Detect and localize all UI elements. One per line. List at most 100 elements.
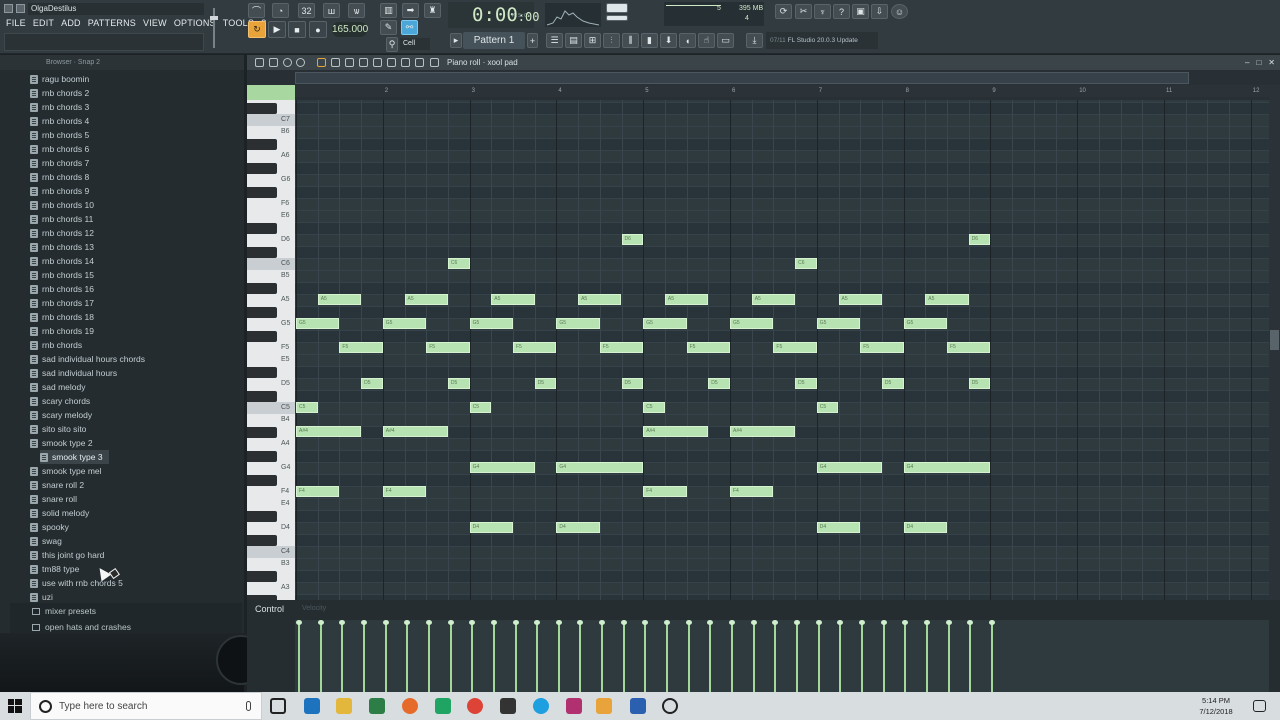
browser-item[interactable]: rnb chords 10 [30,198,94,212]
playlist-icon[interactable]: ☰ [546,33,563,48]
black-key[interactable] [247,307,277,318]
black-key[interactable] [247,511,277,522]
touch-keyboard-icon[interactable]: ☝ [698,33,715,48]
note[interactable]: G4 [556,462,644,473]
note[interactable]: D4 [469,522,513,533]
browser-item[interactable]: rnb chords 2 [30,86,89,100]
black-key[interactable] [247,163,277,174]
browser-item[interactable]: rnb chords 5 [30,128,89,142]
pr-arrow-icon[interactable] [255,58,264,67]
note[interactable]: D5 [361,378,383,389]
browser-item[interactable]: sad individual hours [30,366,117,380]
note[interactable]: F5 [513,342,557,353]
black-key[interactable] [247,103,277,114]
velocity-bar[interactable] [772,620,779,692]
velocity-bar[interactable] [555,620,562,692]
edge-icon[interactable] [304,698,320,714]
browser-item[interactable]: tm88 type [30,562,79,576]
note[interactable]: F4 [382,486,427,497]
horizontal-scrollbar[interactable] [295,72,1189,84]
velocity-bar[interactable] [707,620,714,692]
note[interactable]: A5 [404,294,448,305]
record-button[interactable]: ● [309,21,327,38]
velocity-bar[interactable] [988,620,995,692]
browser-item[interactable]: this joint go hard [30,548,104,562]
black-key[interactable] [247,187,277,198]
note[interactable]: G5 [643,318,687,329]
note[interactable]: F5 [339,342,383,353]
velocity-bar[interactable] [404,620,411,692]
help-icon[interactable]: ? [833,4,850,19]
pr-playback-icon[interactable] [415,58,424,67]
black-key[interactable] [247,391,277,402]
velocity-bar[interactable] [815,620,822,692]
folder-open-hats[interactable]: open hats and crashes [32,620,131,634]
channel-rack-icon[interactable]: ⊞ [584,33,601,48]
pr-options-icon[interactable] [296,58,305,67]
note[interactable]: G4 [903,462,991,473]
black-key[interactable] [247,247,277,258]
velocity-bar[interactable] [837,620,844,692]
velocity-bar[interactable] [317,620,324,692]
browser-item[interactable]: rnb chords 19 [30,324,94,338]
velocity-bar[interactable] [902,620,909,692]
timeline-ruler[interactable]: 2 3 4 5 6 7 8 9 10 11 12 [295,85,1269,97]
task-view-icon[interactable] [270,698,286,714]
note[interactable]: A5 [317,294,362,305]
black-key[interactable] [247,451,277,462]
note[interactable]: G5 [816,318,861,329]
plugin-picker-icon[interactable]: ◖ [679,33,696,48]
minimize-icon[interactable]: – [1245,55,1249,70]
download-icon[interactable]: ⤓ [746,33,763,48]
save-icon[interactable]: ▣ [852,4,869,19]
browser-item[interactable]: sad melody [30,380,85,394]
note[interactable]: C5 [643,402,665,413]
control-target[interactable]: Velocity [302,605,326,612]
browser-item[interactable]: rnb chords 15 [30,268,94,282]
scroll-thumb[interactable] [1270,330,1279,350]
typing-keyboard-icon[interactable]: ▥ [380,3,397,18]
chrome-icon[interactable] [467,698,483,714]
velocity-bar[interactable] [447,620,454,692]
note[interactable]: A5 [664,294,709,305]
pr-pencil-icon[interactable] [317,58,326,67]
multilink-icon[interactable]: ♜ [424,3,441,18]
browser-item[interactable]: uzi [30,590,53,604]
pr-magnet-icon[interactable] [269,58,278,67]
note[interactable]: G4 [816,462,882,473]
countdown-icon[interactable]: 32 [298,3,315,18]
menu-patterns[interactable]: PATTERNS [88,18,136,28]
velocity-bar[interactable] [729,620,735,692]
browser-item[interactable]: rnb chords 14 [30,254,94,268]
news-ticker[interactable]: 07/11 FL Studio 20.0.3 Update [766,32,878,49]
folder-mixer-presets[interactable]: mixer presets [32,604,96,618]
browser-item[interactable]: ragu boomin [30,72,89,86]
piano-keyboard[interactable]: C7 B6 A6 G6 F6 E6 D6 C6 B5 A5 G5 F5 E5 D5 C5 B4 A4 G4 F4 E4… [247,100,295,642]
velocity-bar[interactable] [382,620,389,692]
browser-item[interactable]: rnb chords 7 [30,156,89,170]
browser-item[interactable]: snare roll 2 [30,478,84,492]
browser-item[interactable]: rnb chords 17 [30,296,94,310]
pattern-prev-icon[interactable]: ▸ [450,33,462,48]
black-key[interactable] [247,139,277,150]
file-explorer-icon[interactable] [336,698,352,714]
velocity-bar[interactable] [534,620,541,692]
pencil-icon[interactable]: ✎ [380,20,397,35]
browser-item[interactable]: rnb chords 8 [30,170,89,184]
note[interactable]: D5 [708,378,730,389]
browser-item[interactable]: rnb chords 12 [30,226,94,240]
velocity-bar[interactable] [945,620,952,692]
velocity-bar[interactable] [339,620,346,692]
browser-item[interactable]: spooky [30,520,69,534]
app-icon[interactable] [566,698,582,714]
menu-file[interactable]: FILE [6,18,26,28]
browser-item[interactable]: use with rnb chords 5 [30,576,123,590]
pr-paint-icon[interactable] [331,58,340,67]
loop-record-icon[interactable]: ѡ [348,3,365,18]
browser-item[interactable]: rnb chords [30,338,82,352]
note[interactable]: F4 [643,486,687,497]
pr-play-icon[interactable] [283,58,292,67]
export-icon[interactable]: ⇩ [871,4,888,19]
wait-record-icon[interactable]: ◔ [272,3,289,18]
velocity-bar[interactable] [425,620,432,692]
